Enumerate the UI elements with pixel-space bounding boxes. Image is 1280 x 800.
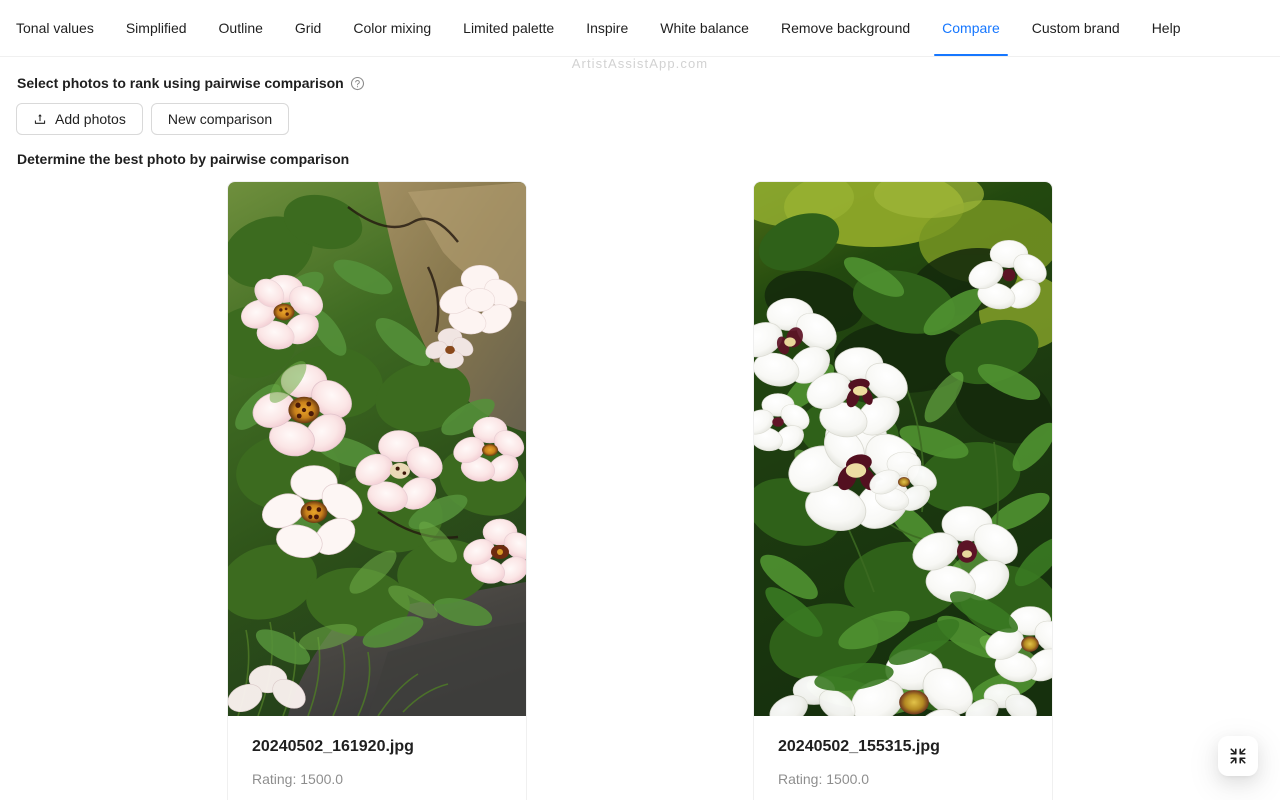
tab-outline[interactable]: Outline — [219, 0, 263, 56]
question-circle-icon[interactable] — [350, 76, 365, 91]
tab-label: White balance — [660, 20, 749, 36]
tab-label: Limited palette — [463, 20, 555, 36]
upload-icon — [33, 112, 47, 126]
tab-compare[interactable]: Compare — [934, 0, 1008, 56]
tab-label: Simplified — [125, 20, 187, 36]
comparison-card-left[interactable]: 20240502_161920.jpg Rating: 1500.0 — [227, 181, 527, 800]
photo-thumbnail-right[interactable] — [754, 182, 1052, 716]
new-comparison-button[interactable]: New comparison — [150, 103, 290, 135]
photo-thumbnail-left[interactable] — [228, 182, 526, 716]
exit-fullscreen-button[interactable] — [1218, 736, 1258, 776]
main-tab-bar: Tonal values Simplified Outline Grid Col… — [0, 0, 1280, 57]
photo-pink-peonies — [228, 182, 526, 716]
tab-simplified[interactable]: Simplified — [126, 0, 187, 56]
app-root: Tonal values Simplified Outline Grid Col… — [0, 0, 1280, 800]
tab-custom-brand[interactable]: Custom brand — [1032, 0, 1120, 56]
tab-label: Color mixing — [353, 20, 432, 36]
tab-label: Outline — [218, 20, 263, 36]
tab-label: Compare — [942, 20, 1000, 36]
photo-rating: Rating: 1500.0 — [778, 771, 870, 787]
tab-tonal-values[interactable]: Tonal values — [16, 0, 94, 56]
photo-filename: 20240502_161920.jpg — [252, 738, 414, 755]
tab-help[interactable]: Help — [1152, 0, 1181, 56]
tab-label: Remove background — [780, 20, 911, 36]
action-button-row: Add photos New comparison — [16, 103, 1264, 135]
tab-label: Help — [1151, 20, 1181, 36]
photo-white-peonies — [754, 182, 1052, 716]
add-photos-label: Add photos — [55, 111, 126, 127]
tab-color-mixing[interactable]: Color mixing — [353, 0, 431, 56]
tab-label: Tonal values — [16, 20, 94, 36]
new-comparison-label: New comparison — [167, 111, 273, 127]
card-body-left: 20240502_161920.jpg Rating: 1500.0 — [228, 716, 526, 800]
compare-panel: Select photos to rank using pairwise com… — [0, 57, 1280, 800]
tab-inspire[interactable]: Inspire — [586, 0, 628, 56]
card-body-right: 20240502_155315.jpg Rating: 1500.0 — [754, 716, 1052, 800]
comparison-card-right[interactable]: 20240502_155315.jpg Rating: 1500.0 — [753, 181, 1053, 800]
tab-grid[interactable]: Grid — [295, 0, 321, 56]
page-title-text: Select photos to rank using pairwise com… — [17, 75, 344, 91]
photo-rating: Rating: 1500.0 — [252, 771, 344, 787]
tab-limited-palette[interactable]: Limited palette — [463, 0, 554, 56]
add-photos-button[interactable]: Add photos — [16, 103, 143, 135]
compress-arrows-icon — [1229, 747, 1247, 765]
comparison-card-grid: 20240502_161920.jpg Rating: 1500.0 20240… — [16, 181, 1264, 800]
comparison-instruction: Determine the best photo by pairwise com… — [17, 151, 350, 167]
tab-label: Custom brand — [1031, 20, 1120, 36]
tab-label: Grid — [294, 20, 322, 36]
tab-white-balance[interactable]: White balance — [660, 0, 749, 56]
page-title: Select photos to rank using pairwise com… — [17, 73, 1264, 93]
photo-filename: 20240502_155315.jpg — [778, 738, 940, 755]
tab-label: Inspire — [586, 20, 629, 36]
tab-remove-background[interactable]: Remove background — [781, 0, 910, 56]
